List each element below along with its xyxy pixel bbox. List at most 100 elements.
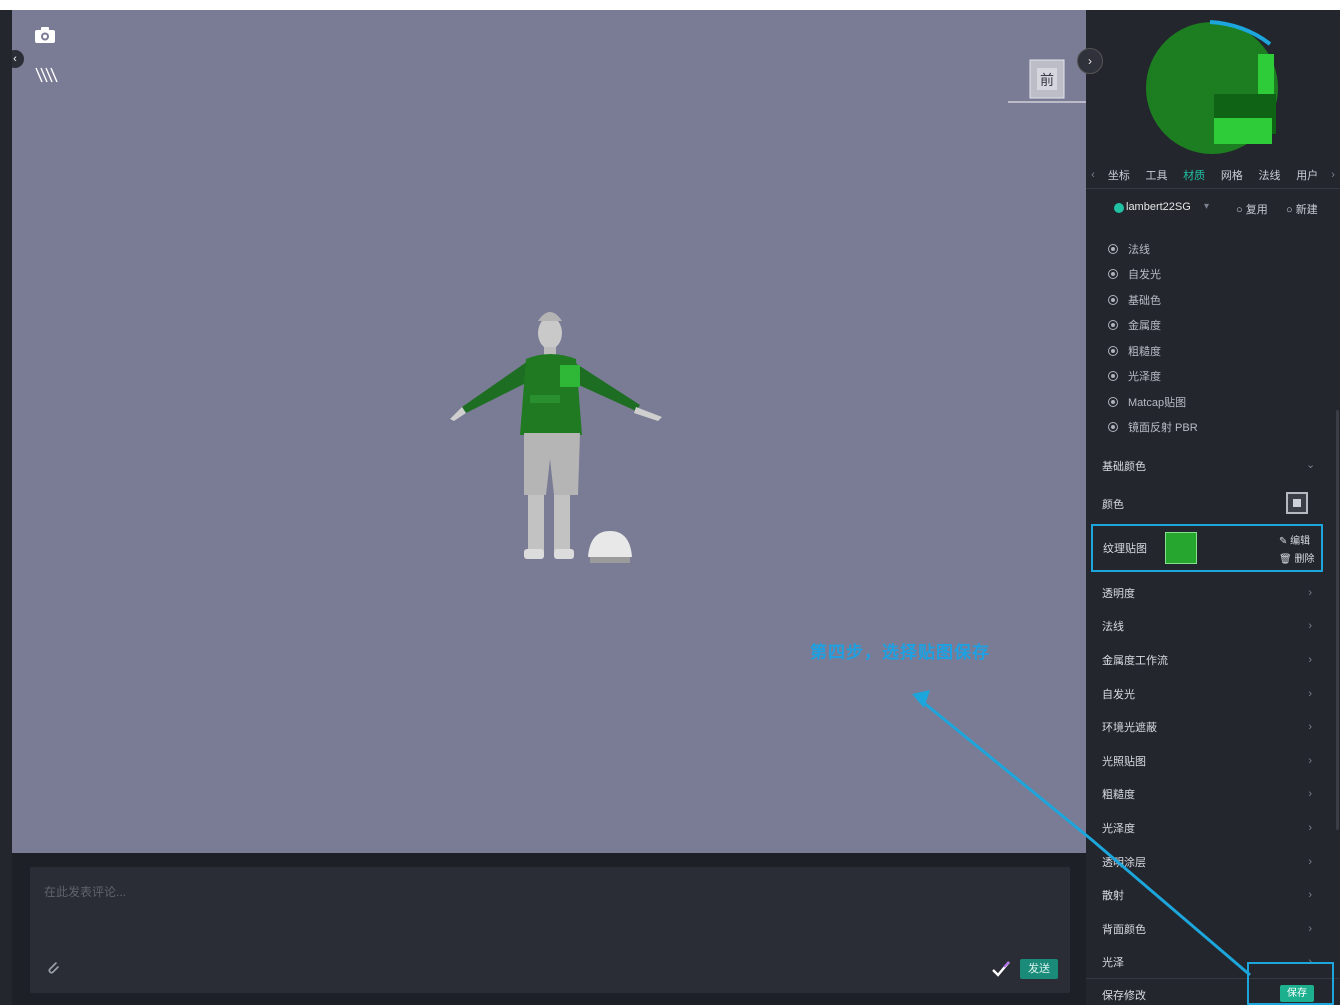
radio-icon [1108,243,1118,254]
tab-user[interactable]: 用户 [1288,167,1326,183]
property-row[interactable]: 金属度工作流 › [1086,643,1340,677]
property-label: 金属度工作流 [1102,654,1168,667]
comment-box: 发送 [30,867,1070,993]
left-strip [0,10,12,1005]
tab-mesh[interactable]: 网格 [1213,167,1251,183]
save-changes-label: 保存修改 [1102,990,1146,1002]
tabs-prev-icon[interactable]: ‹ [1086,169,1100,181]
edit-label: 编辑 [1290,536,1311,547]
annotation-highlight-save [1247,962,1334,1005]
shader-option[interactable]: 基础色 [1108,287,1198,313]
camera-icon[interactable] [34,26,56,44]
hatch-icon[interactable] [34,66,58,84]
property-label: 光泽度 [1102,822,1135,835]
property-label: 光泽 [1102,957,1124,970]
shader-option[interactable]: 粗糙度 [1108,338,1198,364]
reuse-button[interactable]: ○ 复用 [1236,201,1268,217]
shader-label: 基础色 [1128,294,1161,307]
chevron-right-icon: › [1308,586,1312,599]
color-label: 颜色 [1102,499,1124,511]
property-label: 散射 [1102,890,1124,903]
radio-icon [1108,269,1118,280]
shader-option[interactable]: 金属度 [1108,313,1198,339]
collapse-left-button[interactable]: ‹ [12,50,24,68]
property-label: 自发光 [1102,688,1135,701]
radio-icon [1108,345,1118,356]
property-label: 粗糙度 [1102,789,1135,802]
chevron-down-icon[interactable]: ⌄ [1306,458,1315,471]
radio-icon [1108,294,1118,305]
collapse-panel-button[interactable]: › [1077,48,1103,74]
shader-label: 法线 [1128,243,1150,256]
chevron-right-icon: › [1308,687,1312,700]
tabs-next-icon[interactable]: › [1326,169,1340,181]
chevron-right-icon: › [1308,788,1312,801]
character-model[interactable] [432,295,692,585]
shader-label: 粗糙度 [1128,345,1161,358]
texture-label: 纹理贴图 [1103,543,1147,555]
panel-tabs: ‹ 坐标 工具 材质 网格 法线 用户 › [1086,162,1340,189]
property-row[interactable]: 透明涂层 › [1086,845,1340,879]
view-cube[interactable]: 前 [1002,50,1086,110]
tab-tools[interactable]: 工具 [1138,167,1176,183]
delete-label: 删除 [1294,554,1315,565]
new-label: 新建 [1295,204,1318,216]
shader-option[interactable]: 自发光 [1108,262,1198,288]
property-row[interactable]: 散射 › [1086,878,1340,912]
shader-option[interactable]: 法线 [1108,236,1198,262]
new-button[interactable]: ○ 新建 [1286,201,1318,217]
texture-map-row: 纹理贴图 ✎ 编辑 🗑 删除 [1091,524,1323,572]
texture-thumbnail[interactable] [1165,532,1197,564]
tab-coordinates[interactable]: 坐标 [1100,167,1138,183]
property-label: 透明涂层 [1102,856,1146,869]
property-row[interactable]: 自发光 › [1086,677,1340,711]
shader-label: 光泽度 [1128,371,1161,384]
view-cube-label: 前 [1040,72,1054,89]
properties-panel: ‹ 坐标 工具 材质 网格 法线 用户 › lambert22SG ▾ ○ 复用… [1086,10,1340,1005]
radio-icon [1108,422,1118,433]
property-label: 透明度 [1102,587,1135,600]
chevron-right-icon: › [1308,821,1312,834]
chevron-right-icon: › [1308,754,1312,767]
chevron-right-icon: › [1308,855,1312,868]
3d-viewport[interactable]: ‹ 前 [12,10,1086,853]
property-row[interactable]: 法线 › [1086,610,1340,644]
property-row[interactable]: 透明度 › [1086,576,1340,610]
shader-label: Matcap贴图 [1128,396,1187,409]
checkmark-icon[interactable] [990,959,1012,979]
shader-label: 自发光 [1128,269,1161,282]
chevron-right-icon: › [1308,922,1312,935]
property-row[interactable]: 背面颜色 › [1086,912,1340,946]
shader-option[interactable]: 镜面反射 PBR [1108,415,1198,441]
shader-option[interactable]: 光泽度 [1108,364,1198,390]
property-row[interactable]: 光照贴图 › [1086,744,1340,778]
reuse-label: 复用 [1245,204,1268,216]
property-row[interactable]: 环境光遮蔽 › [1086,710,1340,744]
chevron-down-icon[interactable]: ▾ [1204,201,1209,212]
section-base-color[interactable]: 基础颜色 [1102,458,1146,474]
color-swatch[interactable] [1286,492,1308,514]
radio-icon [1108,396,1118,407]
tab-normals[interactable]: 法线 [1251,167,1289,183]
property-label: 光照贴图 [1102,755,1146,768]
shader-list: 法线 自发光 基础色 金属度 粗糙度 光泽度 Matcap贴图 镜面反射 PBR [1108,236,1198,440]
property-row[interactable]: 粗糙度 › [1086,778,1340,812]
material-preview-sphere[interactable] [1144,20,1280,156]
property-label: 法线 [1102,621,1124,634]
tab-material[interactable]: 材质 [1175,167,1213,183]
property-list: 透明度 › 法线 › 金属度工作流 › 自发光 › 环境光遮蔽 › 光照贴图 › 粗糙度 › … [1086,576,1340,979]
send-button[interactable]: 发送 [1020,959,1058,979]
shader-option[interactable]: Matcap贴图 [1108,389,1198,415]
material-color-dot [1114,203,1124,213]
radio-icon [1108,320,1118,331]
attachment-icon[interactable] [44,959,62,977]
material-selector[interactable]: lambert22SG ▾ ○ 复用 ○ 新建 [1086,194,1340,222]
comment-input[interactable] [42,881,646,903]
delete-texture-button[interactable]: 🗑 删除 [1279,550,1314,565]
edit-texture-button[interactable]: ✎ 编辑 [1279,532,1310,547]
material-name: lambert22SG [1126,201,1191,213]
annotation-text: 第四步，选择贴图保存 [810,643,990,662]
chevron-right-icon: › [1308,721,1312,734]
property-label: 背面颜色 [1102,923,1146,936]
property-row[interactable]: 光泽度 › [1086,811,1340,845]
